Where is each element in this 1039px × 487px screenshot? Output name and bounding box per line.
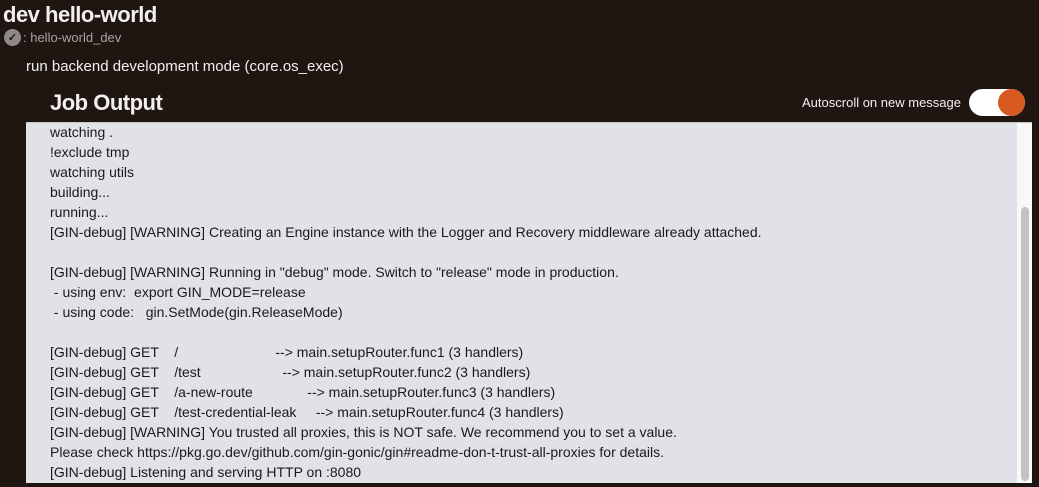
log-line: watching utils bbox=[50, 164, 135, 180]
check-circle-icon: ✓ bbox=[4, 29, 21, 46]
log-line: watching . bbox=[50, 124, 114, 140]
log-line: [GIN-debug] [WARNING] Running in "debug"… bbox=[50, 264, 619, 280]
job-description: run backend development mode (core.os_ex… bbox=[26, 58, 344, 75]
log-line: [GIN-debug] GET /test --> main.setupRout… bbox=[50, 364, 531, 380]
log-line: - using code: gin.SetMode(gin.ReleaseMod… bbox=[50, 304, 343, 320]
scrollbar[interactable] bbox=[1017, 123, 1032, 483]
page-title: dev hello-world bbox=[3, 2, 157, 27]
log-output: watching . !exclude tmp watching utils buil… bbox=[50, 123, 762, 482]
log-line: [GIN-debug] [WARNING] You trusted all pr… bbox=[50, 424, 677, 440]
log-line: Please check https://pkg.go.dev/github.c… bbox=[50, 444, 664, 460]
toggle-knob bbox=[998, 89, 1025, 116]
job-output-title: Job Output bbox=[50, 90, 163, 115]
log-line: [GIN-debug] [WARNING] Creating an Engine… bbox=[50, 224, 762, 240]
log-line: [GIN-debug] GET /a-new-route --> main.se… bbox=[50, 384, 556, 400]
autoscroll-control: Autoscroll on new message bbox=[802, 89, 1025, 116]
log-line: [GIN-debug] GET / --> main.setupRouter.f… bbox=[50, 344, 524, 360]
job-output-panel[interactable]: watching . !exclude tmp watching utils buil… bbox=[26, 122, 1032, 483]
autoscroll-toggle[interactable] bbox=[969, 89, 1025, 116]
scrollbar-thumb[interactable] bbox=[1021, 207, 1029, 481]
log-line: [GIN-debug] GET /test-credential-leak --… bbox=[50, 404, 564, 420]
environment-row: ✓ : hello-world_dev bbox=[4, 29, 121, 46]
log-line: !exclude tmp bbox=[50, 144, 130, 160]
autoscroll-label: Autoscroll on new message bbox=[802, 95, 961, 110]
log-line: building... bbox=[50, 184, 110, 200]
environment-label: : hello-world_dev bbox=[23, 30, 122, 45]
log-line: running... bbox=[50, 204, 109, 220]
log-line: - using env: export GIN_MODE=release bbox=[50, 284, 306, 300]
log-line: [GIN-debug] Listening and serving HTTP o… bbox=[50, 464, 362, 480]
